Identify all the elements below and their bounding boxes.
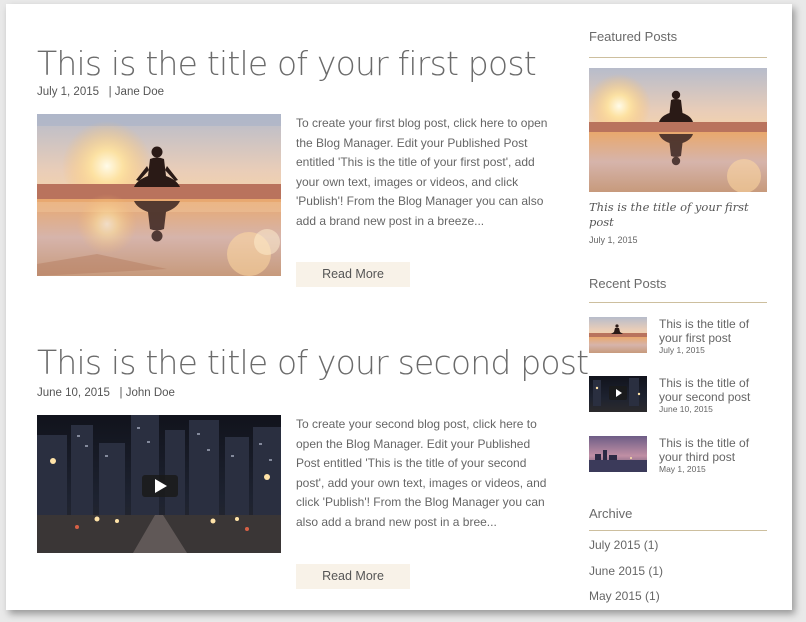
- post-author: John Doe: [125, 387, 175, 399]
- featured-post-title[interactable]: This is the title of your first post: [589, 200, 767, 230]
- post-video-night-city[interactable]: [37, 415, 281, 553]
- read-more-button[interactable]: Read More: [296, 564, 410, 589]
- divider: [589, 57, 767, 58]
- post-meta: June 10, 2015 | John Doe: [37, 387, 175, 399]
- recent-post-date: June 10, 2015: [659, 404, 713, 414]
- archive-item[interactable]: May 2015 (1): [589, 589, 660, 603]
- featured-post-image[interactable]: [589, 68, 767, 192]
- recent-posts-heading: Recent Posts: [589, 276, 667, 291]
- post-author: Jane Doe: [114, 86, 165, 98]
- divider: [589, 530, 767, 531]
- post-image-sunset-meditation[interactable]: [37, 114, 281, 276]
- recent-post-title: This is the title of your first post: [659, 317, 750, 345]
- read-more-button[interactable]: Read More: [296, 262, 410, 287]
- archive-item[interactable]: June 2015 (1): [589, 564, 663, 578]
- archive-item[interactable]: July 2015 (1): [589, 538, 658, 552]
- blog-page: This is the title of your first post Jul…: [6, 4, 792, 610]
- recent-post-date: May 1, 2015: [659, 464, 706, 474]
- post-title[interactable]: This is the title of your first post: [37, 44, 537, 83]
- featured-post-date: July 1, 2015: [589, 235, 638, 245]
- post-meta: July 1, 2015 | Jane Doe: [37, 86, 164, 98]
- recent-post-title: This is the title of your third post: [659, 436, 750, 464]
- recent-post-title: This is the title of your second post: [659, 376, 751, 404]
- recent-post-item[interactable]: This is the title of your second post Ju…: [589, 376, 767, 416]
- meta-separator: |: [113, 387, 126, 399]
- recent-post-thumbnail: [589, 376, 647, 412]
- post-excerpt: To create your first blog post, click he…: [296, 116, 548, 228]
- archive-heading: Archive: [589, 506, 633, 521]
- featured-posts-heading: Featured Posts: [589, 29, 678, 44]
- post-date: July 1, 2015: [37, 86, 100, 98]
- meta-separator: |: [102, 86, 115, 98]
- recent-post-item[interactable]: This is the title of your first post Jul…: [589, 317, 767, 357]
- sidebar: Featured Posts This is the title of your…: [589, 4, 767, 610]
- recent-post-date: July 1, 2015: [659, 345, 705, 355]
- recent-post-thumbnail: [589, 317, 647, 353]
- recent-post-thumbnail: [589, 436, 647, 472]
- recent-post-item[interactable]: This is the title of your third post May…: [589, 436, 767, 476]
- post-excerpt: To create your second blog post, click h…: [296, 417, 547, 529]
- divider: [589, 302, 767, 303]
- post-date: June 10, 2015: [37, 387, 110, 399]
- post-title[interactable]: This is the title of your second post: [37, 343, 589, 382]
